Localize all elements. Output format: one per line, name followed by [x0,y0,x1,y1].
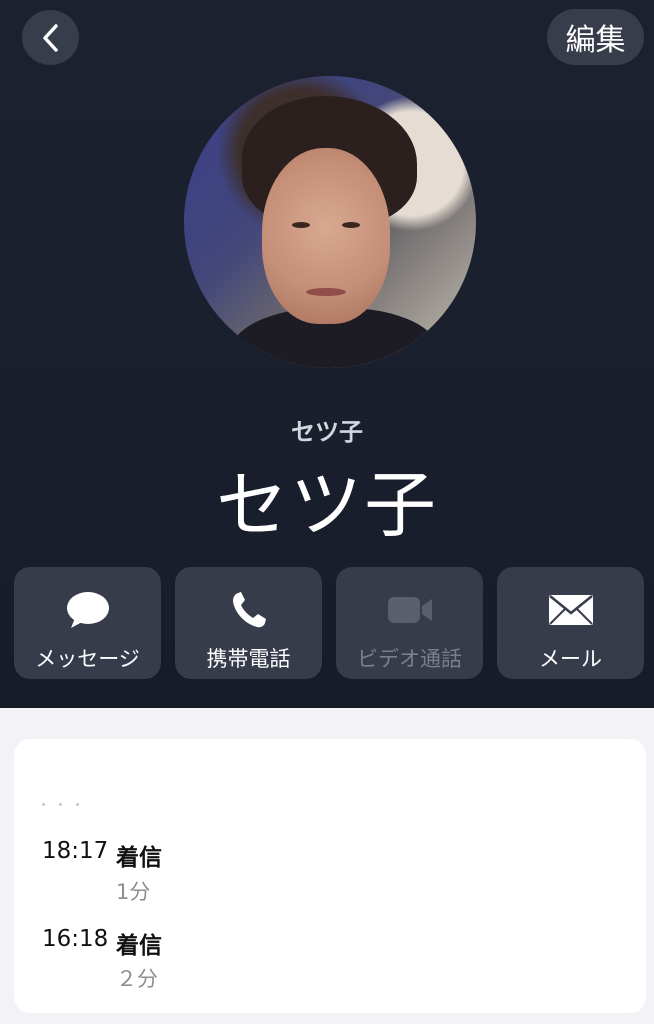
call-duration: ２分 [116,967,158,991]
phone-icon [232,592,266,628]
message-bubble-icon [66,592,109,628]
call-time: 18:17 [42,838,109,864]
envelope-icon [548,595,593,625]
call-history-card [14,739,646,1013]
contact-subtitle: セツ子 [291,418,363,446]
chevron-left-icon [42,23,58,52]
mobile-call-button[interactable]: 携帯電話 [175,567,322,679]
back-button[interactable] [22,10,79,65]
contact-name: セツ子 [215,463,438,547]
video-camera-icon [387,597,432,623]
call-time: 16:18 [42,926,109,952]
mobile-call-label: 携帯電話 [206,647,291,671]
call-type: 着信 [116,845,162,871]
video-call-label: ビデオ通話 [357,647,462,671]
message-label: メッセージ [35,647,140,671]
mail-label: メール [539,647,602,671]
call-duration: 1分 [116,880,151,904]
message-button[interactable]: メッセージ [14,567,161,679]
action-buttons: メッセージ 携帯電話 ビデオ通話 メール [14,567,646,679]
loading-dots [42,803,102,811]
avatar [184,76,476,368]
edit-button[interactable]: 編集 [547,9,644,65]
mail-button[interactable]: メール [497,567,644,679]
video-call-button[interactable]: ビデオ通話 [336,567,483,679]
contact-header: 編集 セツ子 セツ子 メッセージ 携帯電話 ビデオ通話 メール [0,0,654,708]
call-type: 着信 [116,933,162,959]
